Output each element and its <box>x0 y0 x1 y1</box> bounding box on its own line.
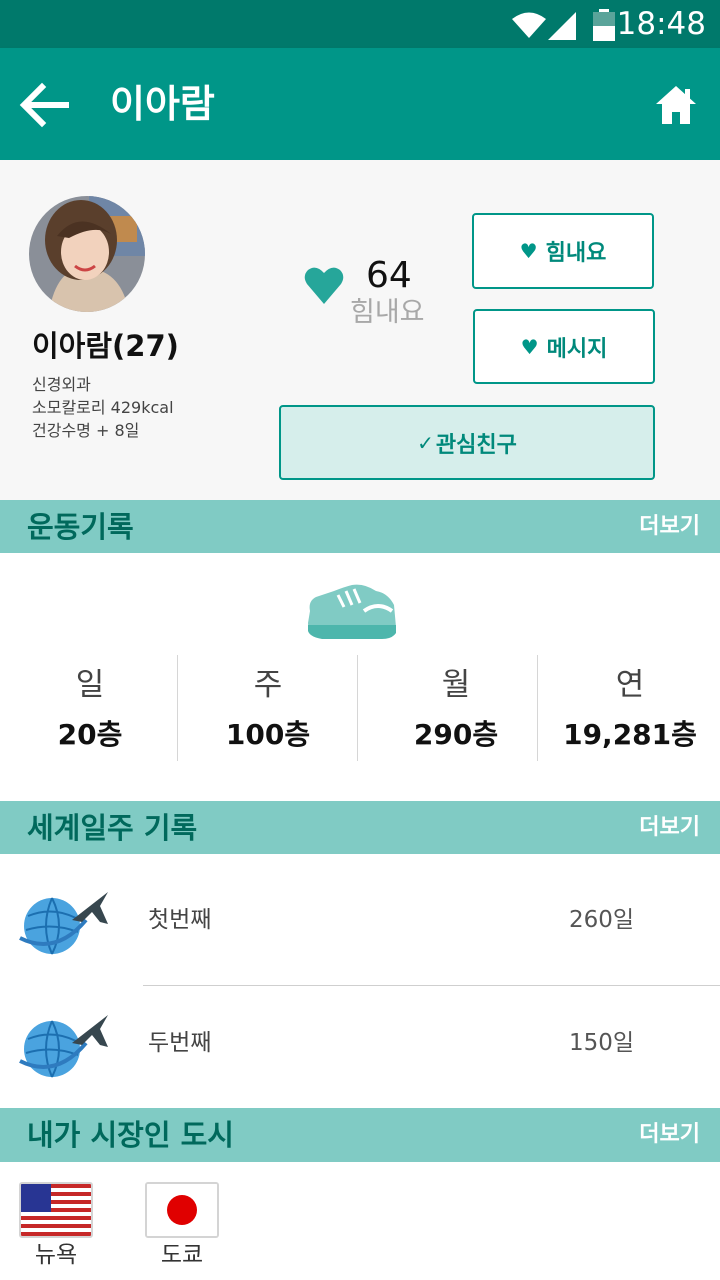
profile-health-life: 건강수명 + 8일 <box>32 421 140 440</box>
heart-icon <box>304 267 344 304</box>
list-item[interactable]: 두번째 150일 <box>0 979 720 1101</box>
city-item-tokyo[interactable]: 도쿄 <box>145 1182 219 1270</box>
back-arrow-icon[interactable] <box>18 82 70 128</box>
profile-card: 이아람(27) 신경외과 소모칼로리 429kcal 건강수명 + 8일 64 … <box>0 160 720 500</box>
heart-icon: ♥ <box>519 239 538 263</box>
globe-plane-icon <box>19 892 108 955</box>
battery-icon <box>593 9 615 41</box>
stat-value: 100층 <box>225 718 311 751</box>
world-tour-more-link[interactable]: 더보기 <box>639 812 700 844</box>
japan-flag-icon <box>145 1182 219 1238</box>
trip-days: 150일 <box>569 1030 635 1056</box>
stat-period: 연 <box>615 667 645 703</box>
cheer-count-label: 힘내요 <box>350 297 425 328</box>
mayor-cities-more-link[interactable]: 더보기 <box>639 1119 700 1151</box>
status-time: 18:48 <box>616 6 706 42</box>
city-name: 도쿄 <box>160 1242 204 1268</box>
home-icon[interactable] <box>654 84 698 126</box>
interest-friend-button[interactable]: ✓ 관심친구 <box>279 405 655 480</box>
city-item-new-york[interactable]: 뉴욕 <box>19 1182 93 1270</box>
exercise-section-title: 운동기록 <box>27 510 134 544</box>
stat-value: 20층 <box>57 718 123 751</box>
cheer-button-label: 힘내요 <box>545 241 607 266</box>
trip-name: 두번째 <box>148 1030 212 1056</box>
us-flag-icon <box>19 1182 93 1238</box>
city-name: 뉴욕 <box>34 1242 78 1268</box>
mayor-cities-section-title: 내가 시장인 도시 <box>27 1118 234 1152</box>
list-item[interactable]: 첫번째 260일 <box>0 856 720 978</box>
stat-value: 290층 <box>413 718 499 751</box>
world-tour-section-title: 세계일주 기록 <box>27 811 198 845</box>
check-icon: ✓ <box>417 430 434 455</box>
message-button[interactable]: ♥ 메시지 <box>473 309 655 384</box>
heart-icon: ♥ <box>520 334 539 359</box>
stat-month: 월 290층 <box>366 655 546 763</box>
stat-week: 주 100층 <box>178 655 358 763</box>
exercise-stats: 일 20층 주 100층 월 290층 연 19,281층 <box>0 553 720 801</box>
app-bar: 이아람 <box>0 48 720 160</box>
mayor-cities-section-header: 내가 시장인 도시 더보기 <box>0 1108 720 1162</box>
world-tour-section-header: 세계일주 기록 더보기 <box>0 801 720 855</box>
cheer-counter: 64 힘내요 <box>304 254 444 334</box>
avatar <box>29 196 145 312</box>
page-title: 이아람 <box>110 82 215 126</box>
stat-value: 19,281층 <box>563 718 697 751</box>
divider <box>537 655 538 761</box>
message-button-label: 메시지 <box>546 336 608 362</box>
exercise-section-header: 운동기록 더보기 <box>0 500 720 554</box>
exercise-more-link[interactable]: 더보기 <box>639 511 700 543</box>
signal-icon <box>548 12 576 40</box>
status-bar: 18:48 <box>0 0 720 48</box>
globe-plane-icon <box>19 1015 108 1078</box>
stat-day: 일 20층 <box>0 655 180 763</box>
stat-period: 일 <box>75 667 105 703</box>
wifi-icon <box>512 12 546 38</box>
mayor-cities-list: 뉴욕 도쿄 <box>0 1162 720 1280</box>
divider <box>357 655 358 761</box>
shoe-icon <box>308 584 396 639</box>
trip-name: 첫번째 <box>148 907 212 933</box>
trip-days: 260일 <box>569 907 635 933</box>
profile-calories: 소모칼로리 429kcal <box>32 398 174 417</box>
world-tour-list: 첫번째 260일 두번째 150일 <box>0 854 720 1110</box>
stat-year: 연 19,281층 <box>540 655 720 763</box>
cheer-button[interactable]: ♥ 힘내요 <box>472 213 654 289</box>
profile-department: 신경외과 <box>32 375 91 394</box>
cheer-count: 64 <box>366 255 412 296</box>
stat-period: 월 <box>441 667 471 703</box>
stat-period: 주 <box>253 667 283 703</box>
profile-name: 이아람(27) <box>32 329 179 363</box>
interest-friend-button-label: 관심친구 <box>435 432 517 458</box>
